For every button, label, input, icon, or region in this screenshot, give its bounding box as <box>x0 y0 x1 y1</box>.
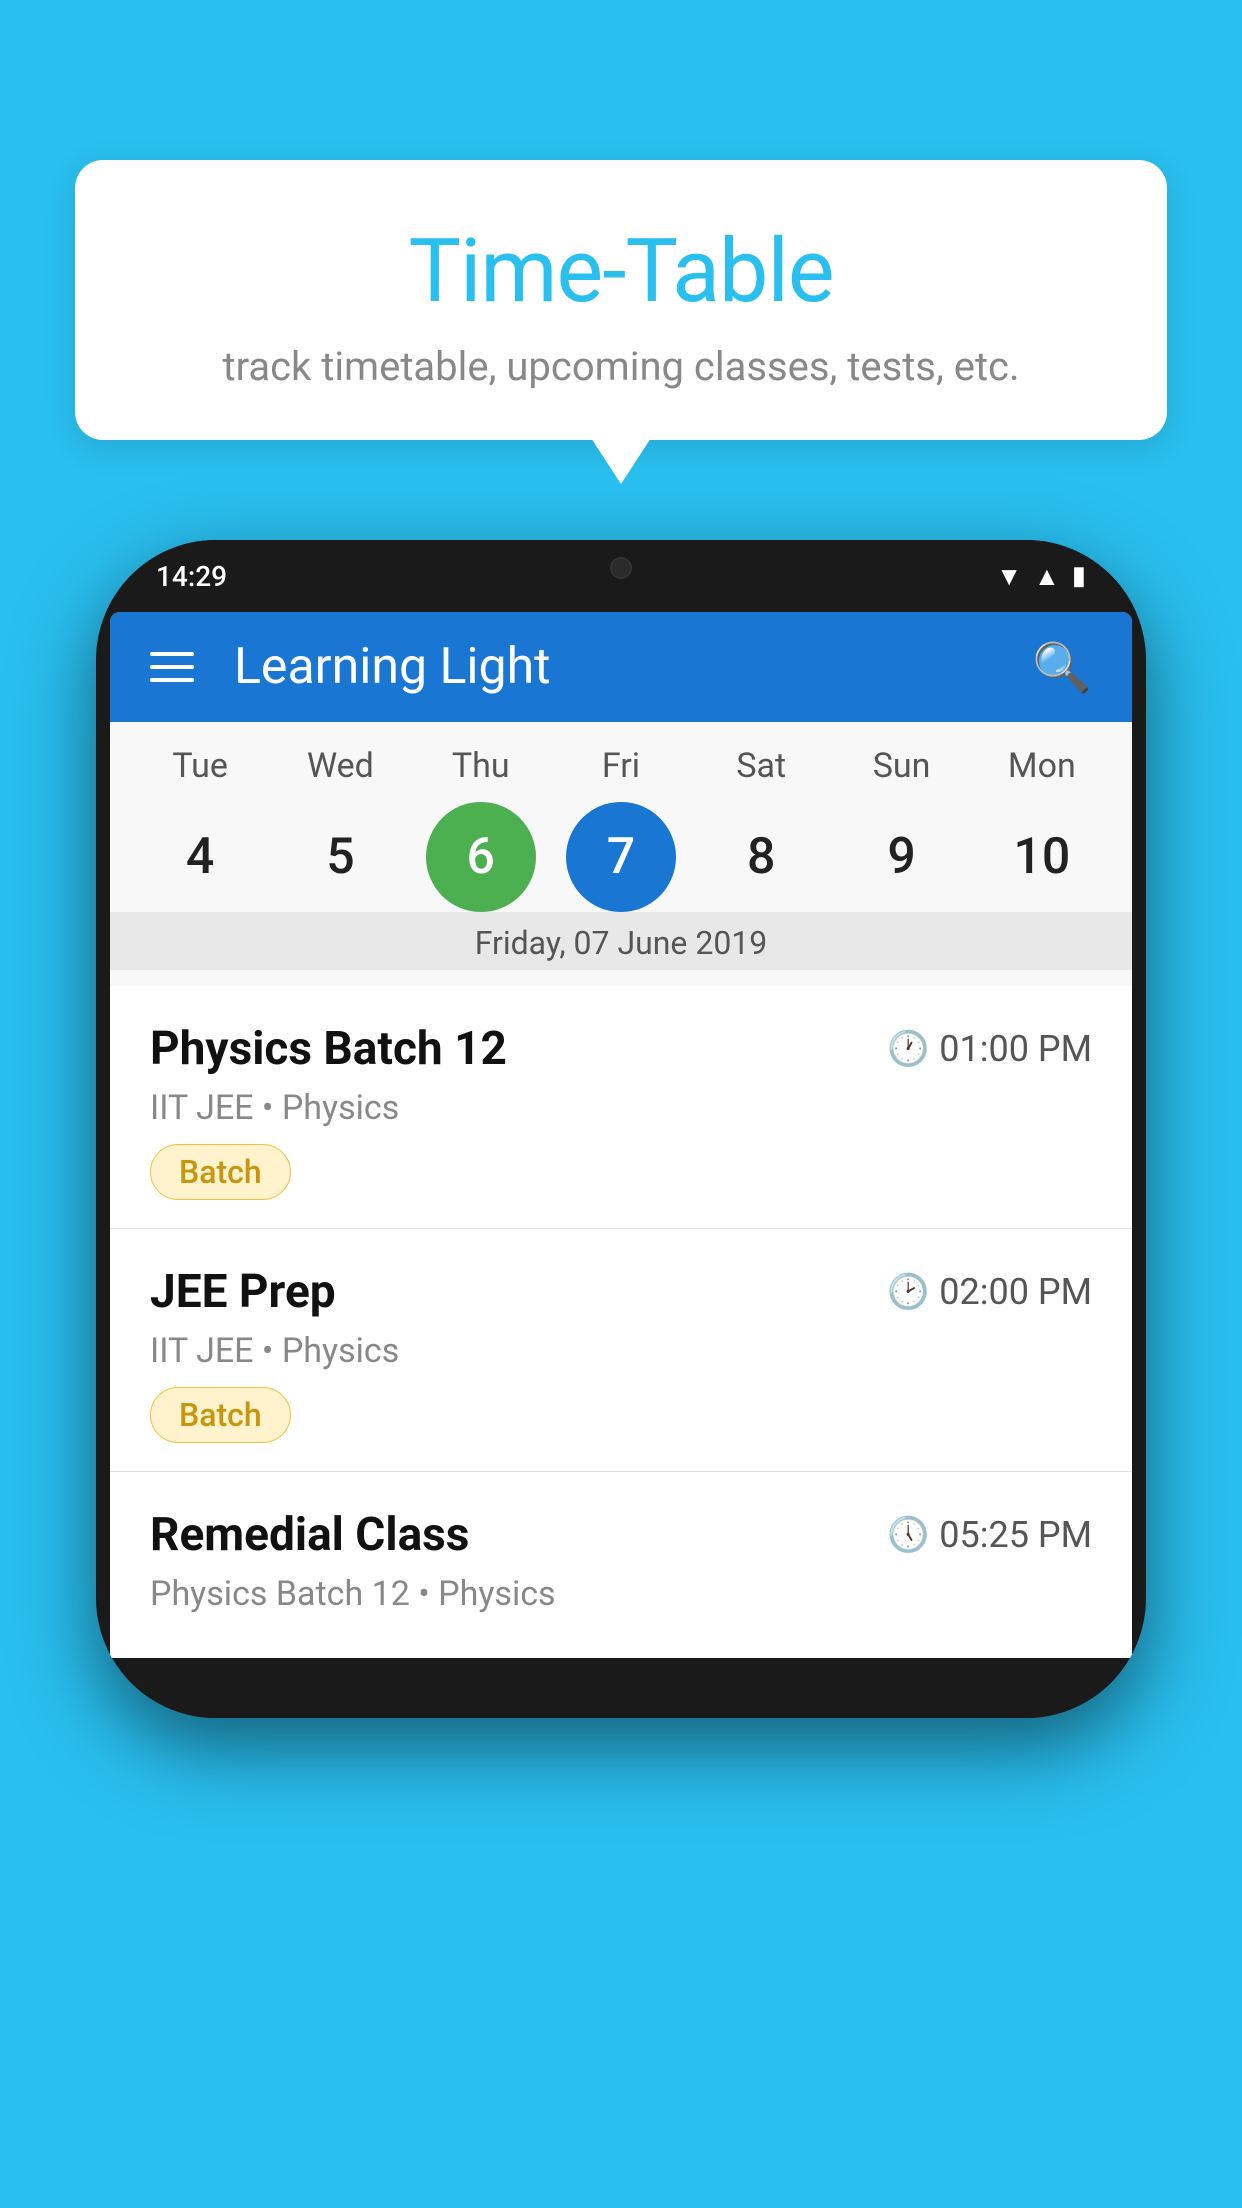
schedule-list: Physics Batch 12 🕐 01:00 PM IIT JEE • Ph… <box>110 986 1132 1658</box>
day-4[interactable]: 4 <box>145 802 255 912</box>
schedule-item-2-header: JEE Prep 🕑 02:00 PM <box>150 1265 1092 1319</box>
day-header-mon: Mon <box>982 746 1102 786</box>
schedule-item-2-time-text: 02:00 PM <box>939 1271 1092 1313</box>
schedule-item-2-sub: IIT JEE • Physics <box>150 1331 1092 1371</box>
schedule-item-3[interactable]: Remedial Class 🕔 05:25 PM Physics Batch … <box>110 1472 1132 1658</box>
wifi-icon: ▼ <box>996 561 1022 592</box>
day-8[interactable]: 8 <box>706 802 816 912</box>
schedule-item-2-title: JEE Prep <box>150 1265 336 1319</box>
status-time: 14:29 <box>156 560 227 593</box>
signal-icon: ▲ <box>1034 561 1060 592</box>
tooltip-title: Time-Table <box>125 220 1117 323</box>
schedule-item-1-title: Physics Batch 12 <box>150 1022 507 1076</box>
app-title: Learning Light <box>234 638 992 696</box>
schedule-item-3-sub: Physics Batch 12 • Physics <box>150 1574 1092 1614</box>
day-header-sun: Sun <box>842 746 962 786</box>
schedule-item-1[interactable]: Physics Batch 12 🕐 01:00 PM IIT JEE • Ph… <box>110 986 1132 1229</box>
schedule-item-2[interactable]: JEE Prep 🕑 02:00 PM IIT JEE • Physics Ba… <box>110 1229 1132 1472</box>
phone-bottom <box>110 1658 1132 1718</box>
tooltip-card: Time-Table track timetable, upcoming cla… <box>75 160 1167 440</box>
selected-date-label: Friday, 07 June 2019 <box>110 912 1132 970</box>
day-9[interactable]: 9 <box>847 802 957 912</box>
schedule-item-2-time: 🕑 02:00 PM <box>887 1271 1092 1313</box>
batch-tag-1: Batch <box>150 1144 291 1200</box>
day-headers: Tue Wed Thu Fri Sat Sun Mon <box>110 746 1132 786</box>
day-7-selected[interactable]: 7 <box>566 802 676 912</box>
day-5[interactable]: 5 <box>285 802 395 912</box>
schedule-item-3-time: 🕔 05:25 PM <box>887 1514 1092 1556</box>
schedule-item-3-header: Remedial Class 🕔 05:25 PM <box>150 1508 1092 1562</box>
notch <box>521 540 721 596</box>
schedule-item-1-header: Physics Batch 12 🕐 01:00 PM <box>150 1022 1092 1076</box>
status-icons: ▼ ▲ ▮ <box>996 561 1086 592</box>
app-bar: Learning Light 🔍 <box>110 612 1132 722</box>
menu-button[interactable] <box>150 652 194 682</box>
status-bar: 14:29 ▼ ▲ ▮ <box>96 540 1146 612</box>
day-header-sat: Sat <box>701 746 821 786</box>
day-header-thu: Thu <box>421 746 541 786</box>
schedule-item-3-time-text: 05:25 PM <box>939 1514 1092 1556</box>
tooltip-subtitle: track timetable, upcoming classes, tests… <box>125 343 1117 390</box>
calendar-strip: Tue Wed Thu Fri Sat Sun Mon 4 5 6 7 8 9 … <box>110 722 1132 986</box>
day-header-fri: Fri <box>561 746 681 786</box>
schedule-item-1-time: 🕐 01:00 PM <box>887 1028 1092 1070</box>
phone-mockup: 14:29 ▼ ▲ ▮ Learning Light 🔍 <box>96 540 1146 1718</box>
clock-icon-2: 🕑 <box>887 1272 929 1312</box>
phone-screen: Learning Light 🔍 Tue Wed Thu Fri Sat Sun… <box>110 612 1132 1658</box>
schedule-item-1-sub: IIT JEE • Physics <box>150 1088 1092 1128</box>
camera <box>610 557 632 579</box>
day-10[interactable]: 10 <box>987 802 1097 912</box>
day-numbers: 4 5 6 7 8 9 10 <box>110 802 1132 912</box>
clock-icon-3: 🕔 <box>887 1515 929 1555</box>
schedule-item-1-time-text: 01:00 PM <box>939 1028 1092 1070</box>
day-header-wed: Wed <box>280 746 400 786</box>
battery-icon: ▮ <box>1072 561 1086 591</box>
day-6-today[interactable]: 6 <box>426 802 536 912</box>
phone-frame: 14:29 ▼ ▲ ▮ Learning Light 🔍 <box>96 540 1146 1718</box>
search-button[interactable]: 🔍 <box>1032 639 1092 696</box>
clock-icon-1: 🕐 <box>887 1029 929 1069</box>
batch-tag-2: Batch <box>150 1387 291 1443</box>
schedule-item-3-title: Remedial Class <box>150 1508 469 1562</box>
day-header-tue: Tue <box>140 746 260 786</box>
